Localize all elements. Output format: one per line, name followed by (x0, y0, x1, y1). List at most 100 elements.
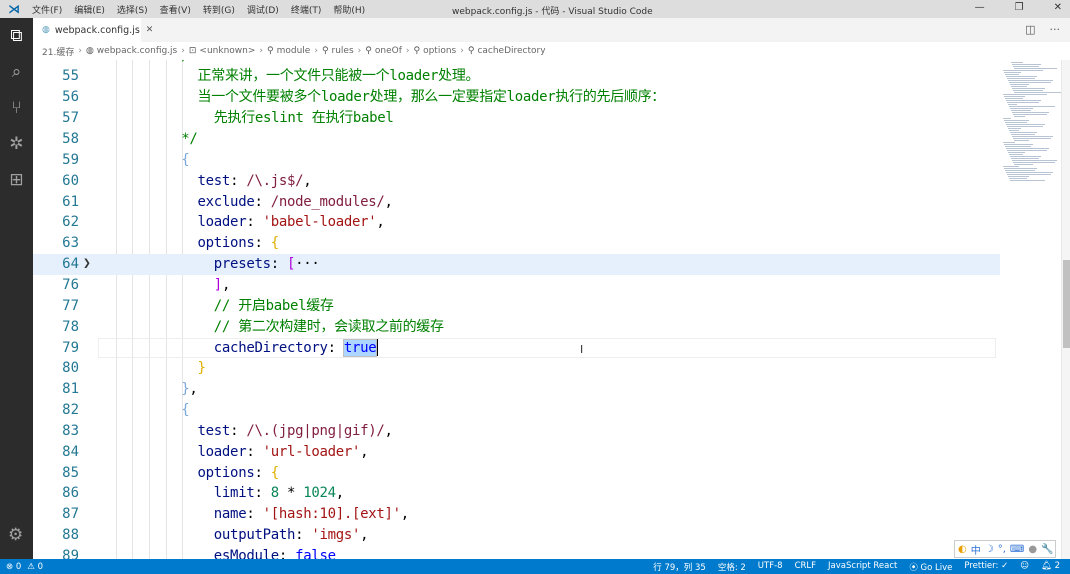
menu-item[interactable]: 选择(S) (117, 6, 148, 16)
breadcrumb: 21.缓存 › ◍ webpack.config.js › ⊡ <unknown> › ⚲ mod… (33, 42, 1070, 60)
code-token: limit (100, 485, 255, 502)
code-token: esModule (100, 548, 279, 559)
scrollbar-thumb[interactable] (1063, 260, 1070, 348)
code-token: { (270, 235, 279, 252)
feedback-icon[interactable]: ☺ (1020, 561, 1029, 573)
code-line[interactable]: 55 正常来讲，一个文件只能被一个loader处理。 (33, 66, 1000, 87)
code-line[interactable]: 87 name: '[hash:10].[ext]', (33, 504, 1000, 525)
language-mode[interactable]: JavaScript React (828, 561, 897, 573)
breadcrumb-item[interactable]: ◍ webpack.config.js (86, 46, 177, 56)
code-editor[interactable]: 54 /*55 正常来讲，一个文件只能被一个loader处理。56 当一个文件要… (33, 60, 1000, 559)
menu-item[interactable]: 调试(D) (247, 6, 279, 16)
line-number: 63 (62, 235, 79, 252)
code-line[interactable]: 85 options: { (33, 463, 1000, 484)
close-tab-icon[interactable]: ✕ (146, 25, 154, 35)
breadcrumb-item[interactable]: ⚲ module (267, 46, 310, 56)
code-line[interactable]: 62 loader: 'babel-loader', (33, 212, 1000, 233)
code-line[interactable]: 78 // 第二次构建时，会读取之前的缓存 (33, 317, 1000, 338)
source-control-icon[interactable]: ⑂ (0, 90, 33, 126)
code-line[interactable]: 64 ❯ presets: [··· (33, 254, 1000, 275)
code-line[interactable]: 61 exclude: /node_modules/, (33, 192, 1000, 213)
code-line[interactable]: 80 } (33, 358, 1000, 379)
code-line[interactable]: 76 ], (33, 275, 1000, 296)
line-number: 84 (62, 443, 79, 460)
more-actions-icon[interactable]: ··· (1050, 23, 1061, 36)
maximize-icon[interactable]: ❐ (1015, 2, 1024, 13)
code-line[interactable]: 83 test: /\.(jpg|png|gif)/, (33, 421, 1000, 442)
line-ending[interactable]: CRLF (795, 561, 816, 573)
breadcrumb-item[interactable]: ⚲ rules (322, 46, 354, 56)
prettier-status[interactable]: Prettier: ✓ (964, 561, 1008, 573)
code-token: * (278, 485, 304, 502)
menu-item[interactable]: 转到(G) (203, 6, 235, 16)
split-editor-icon[interactable]: ◫ (1025, 23, 1035, 36)
code-line[interactable]: 58 */ (33, 129, 1000, 150)
minimap-line (1004, 168, 1037, 169)
code-line[interactable]: 81 }, (33, 379, 1000, 400)
minimap-line (1005, 170, 1035, 171)
ime-mode[interactable]: 中 (971, 542, 981, 557)
close-icon[interactable]: ✕ (1054, 2, 1062, 13)
code-line[interactable]: 63 options: { (33, 233, 1000, 254)
search-icon[interactable]: ⌕ (0, 54, 33, 90)
breadcrumb-item[interactable]: ⚲ oneOf (365, 46, 402, 56)
code-line[interactable]: 84 loader: 'url-loader', (33, 442, 1000, 463)
code-line[interactable]: 88 outputPath: 'imgs', (33, 525, 1000, 546)
wrench-icon[interactable]: 🔧 (1041, 544, 1053, 555)
user-icon[interactable]: ● (1028, 544, 1037, 555)
code-line[interactable]: 59 { (33, 150, 1000, 171)
breadcrumb-label: oneOf (374, 46, 402, 56)
code-token: , (221, 276, 231, 293)
menu-item[interactable]: 帮助(H) (333, 6, 365, 16)
gear-icon[interactable]: ⚙ (8, 525, 23, 545)
moon-icon[interactable]: ☽ (985, 544, 994, 555)
vertical-scrollbar[interactable] (1061, 60, 1070, 559)
minimize-icon[interactable]: — (975, 2, 985, 13)
minimap-line (1009, 154, 1023, 155)
chevron-right-icon: › (259, 46, 263, 56)
code-line[interactable]: 56 当一个文件要被多个loader处理，那么一定要指定loader执行的先后顺… (33, 87, 1000, 108)
code-token: : (254, 485, 271, 502)
menu-item[interactable]: 编辑(E) (74, 6, 105, 16)
minimap-line (1010, 132, 1037, 133)
minimap-line (1005, 146, 1031, 147)
tab-webpack-config[interactable]: ◍ webpack.config.js ✕ (33, 18, 153, 42)
menu-item[interactable]: 查看(V) (160, 6, 191, 16)
punctuation-icon[interactable]: °, (998, 544, 1006, 555)
cursor-position[interactable]: 行 79，列 35 (653, 561, 706, 573)
breadcrumb-item[interactable]: ⊡ <unknown> (189, 46, 256, 56)
chevron-right-icon: › (78, 46, 82, 56)
property-icon: ⚲ (321, 46, 329, 56)
code-line[interactable]: 57 先执行eslint 在执行babel (33, 108, 1000, 129)
extensions-icon[interactable]: ⊞ (0, 162, 33, 198)
code-text: // 开启babel缓存 (100, 296, 334, 317)
keyboard-icon[interactable]: ⌨ (1010, 544, 1024, 555)
errors-status[interactable]: ⊗ 0 (6, 562, 21, 572)
go-live-button[interactable]: ⦿ Go Live (909, 561, 952, 573)
menu-item[interactable]: 终端(T) (291, 6, 322, 16)
fold-chevron-icon[interactable]: ❯ (83, 254, 91, 275)
minimap[interactable] (1000, 60, 1061, 559)
code-line[interactable]: 60 test: /\.js$/, (33, 171, 1000, 192)
notifications-button[interactable]: 🔔︎ 2 (1041, 561, 1060, 573)
menu-item[interactable]: 文件(F) (32, 6, 62, 16)
code-line[interactable]: 89 esModule: false (33, 546, 1000, 559)
explorer-icon[interactable]: ⧉ (0, 18, 33, 54)
code-line[interactable]: 82 { (33, 400, 1000, 421)
chevron-right-icon: › (357, 46, 362, 56)
code-line[interactable]: 77 // 开启babel缓存 (33, 296, 1000, 317)
code-line[interactable]: 86 limit: 8 * 1024, (33, 483, 1000, 504)
minimap-line (1011, 158, 1039, 159)
minimap-line (1012, 88, 1045, 89)
breadcrumb-item[interactable]: 21.缓存 (42, 45, 74, 58)
indentation[interactable]: 空格: 2 (718, 561, 746, 573)
minimap-line (1012, 112, 1049, 113)
code-line[interactable]: 79 cacheDirectory: true (33, 337, 1000, 359)
ime-toolbar[interactable]: ◐ 中 ☽ °, ⌨ ● 🔧 (954, 540, 1056, 558)
breadcrumb-item[interactable]: ⚲ options (413, 46, 456, 56)
breadcrumb-item[interactable]: ⚲ cacheDirectory (468, 46, 546, 56)
debug-icon[interactable]: ✲ (0, 126, 33, 162)
warnings-status[interactable]: ⚠ 0 (27, 562, 43, 572)
encoding[interactable]: UTF-8 (758, 561, 783, 573)
code-token: , (303, 172, 312, 189)
